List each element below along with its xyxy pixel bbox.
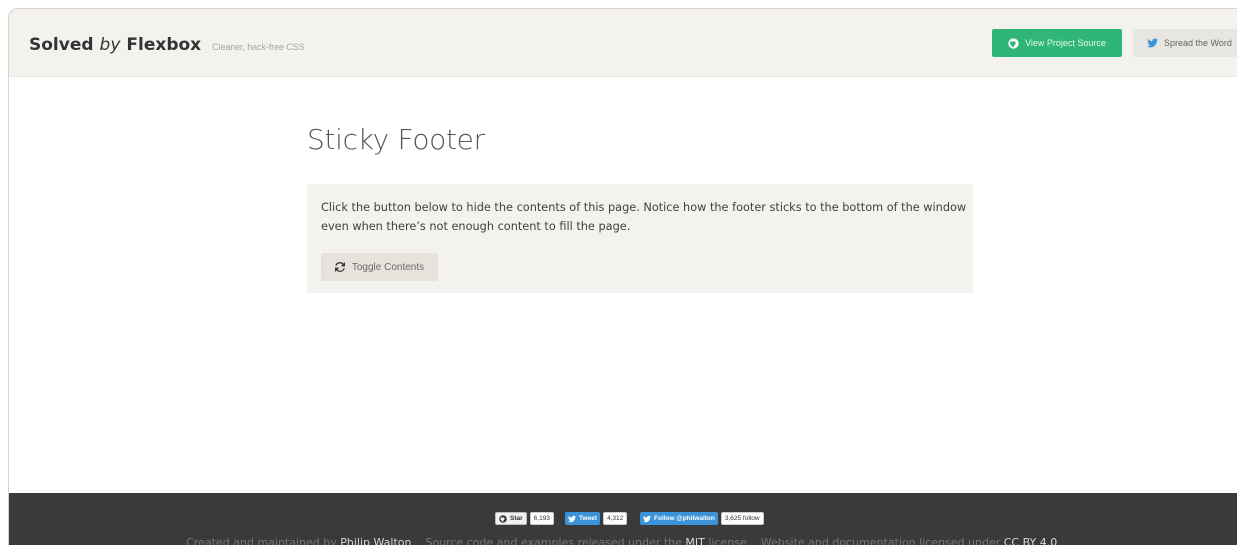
brand-solved: Solved bbox=[29, 35, 94, 55]
source-license-text: Source code and examples released under … bbox=[425, 536, 682, 545]
cc-license-link[interactable]: CC BY 4.0 bbox=[1004, 536, 1058, 545]
tweet-widget[interactable]: Tweet 4,312 bbox=[565, 512, 628, 525]
follow-count[interactable]: 3,625 follow bbox=[720, 512, 764, 525]
github-star-button[interactable]: Star bbox=[495, 512, 527, 525]
page-title: Sticky Footer bbox=[307, 123, 485, 156]
github-icon bbox=[499, 514, 507, 523]
twitter-bird-icon bbox=[643, 515, 651, 522]
tweet-button[interactable]: Tweet bbox=[565, 512, 600, 525]
site-tagline: Cleaner, hack-free CSS bbox=[212, 42, 305, 52]
twitter-bird-icon bbox=[568, 515, 576, 522]
twitter-bird-icon bbox=[1147, 38, 1158, 48]
spread-the-word-label: Spread the Word bbox=[1164, 38, 1232, 48]
mit-license-link[interactable]: MIT bbox=[685, 536, 704, 545]
tweet-label: Tweet bbox=[579, 515, 597, 522]
brand-by: by bbox=[99, 35, 121, 55]
content-panel: Click the button below to hide the conte… bbox=[307, 184, 973, 293]
github-star-count[interactable]: 6,193 bbox=[529, 512, 554, 525]
panel-description: Click the button below to hide the conte… bbox=[321, 201, 967, 233]
follow-label: Follow @philwalton bbox=[654, 515, 715, 522]
license-word: license. bbox=[708, 536, 751, 545]
tweet-count[interactable]: 4,312 bbox=[602, 512, 628, 525]
site-header: Solved by Flexbox Cleaner, hack-free CSS… bbox=[9, 9, 1237, 77]
docs-license-text: Website and documentation licensed under bbox=[760, 536, 1001, 545]
refresh-icon bbox=[334, 262, 345, 272]
social-buttons: Star 6,193 Tweet 4,312 Follow @philwalto… bbox=[9, 512, 1237, 526]
github-star-label: Star bbox=[510, 515, 523, 522]
browser-viewport: Solved by Flexbox Cleaner, hack-free CSS… bbox=[8, 8, 1237, 545]
spread-the-word-button[interactable]: Spread the Word bbox=[1133, 29, 1237, 57]
toggle-contents-label: Toggle Contents bbox=[351, 261, 425, 273]
toggle-contents-button[interactable]: Toggle Contents bbox=[321, 253, 438, 281]
view-project-source-button[interactable]: View Project Source bbox=[992, 29, 1122, 57]
author-link[interactable]: Philip Walton bbox=[340, 536, 411, 545]
github-icon bbox=[1008, 37, 1019, 49]
follow-widget[interactable]: Follow @philwalton 3,625 follow bbox=[640, 512, 764, 525]
follow-button[interactable]: Follow @philwalton bbox=[640, 512, 718, 525]
credit-prefix: Created and maintained by bbox=[186, 536, 337, 545]
brand-flexbox: Flexbox bbox=[126, 35, 202, 55]
site-brand[interactable]: Solved by Flexbox Cleaner, hack-free CSS bbox=[29, 35, 305, 55]
site-footer: Star 6,193 Tweet 4,312 Follow @philwalto… bbox=[9, 493, 1237, 545]
github-star-widget[interactable]: Star 6,193 bbox=[495, 512, 554, 525]
view-project-source-label: View Project Source bbox=[1025, 38, 1106, 48]
footer-credits: Created and maintained by Philip Walton.… bbox=[9, 536, 1237, 545]
